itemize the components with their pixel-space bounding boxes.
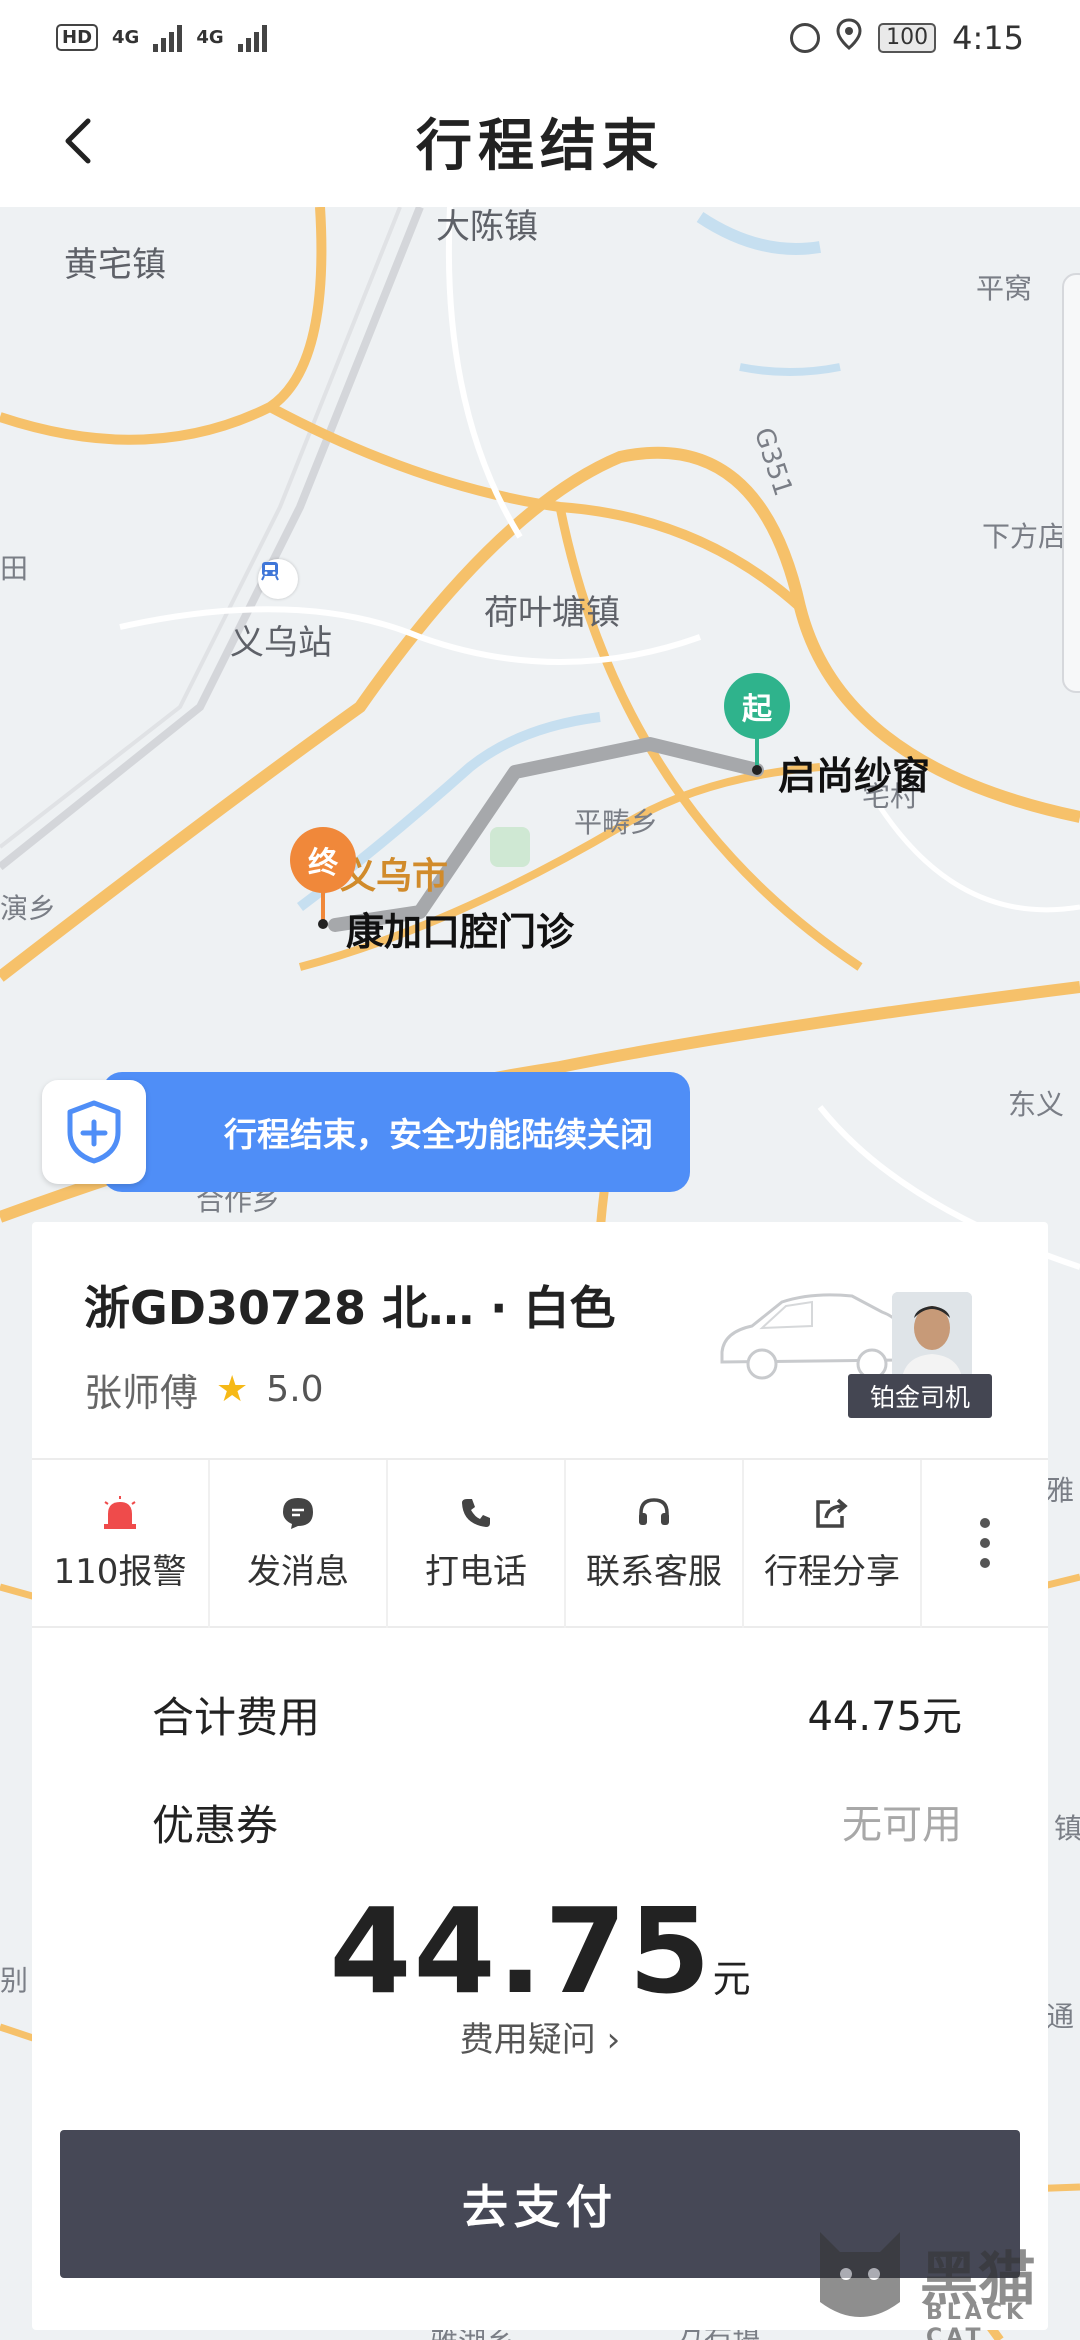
total-fee-label: 合计费用 [152,1693,321,1742]
call-button[interactable]: 打电话 [388,1460,566,1628]
safety-banner[interactable]: 行程结束，安全功能陆续关闭 [42,1072,690,1192]
trip-card: 浙GD30728 北… · 白色 张师傅 ★ 5.0 铂金司机 110报警 发消… [32,1222,1048,2330]
network-4g-label-2: 4G [196,27,224,48]
action-bar: 110报警 发消息 打电话 联系客服 行程分享 [32,1460,1048,1628]
watermark-logo: 黑猫 BLACK CAT [810,2222,1070,2340]
driver-section: 浙GD30728 北… · 白色 张师傅 ★ 5.0 铂金司机 [32,1222,1048,1460]
map-label: 平畴乡 [574,806,659,839]
action-label: 发消息 [247,1551,349,1592]
location-icon [836,17,862,58]
map-label: 雅 [1046,1474,1075,1507]
page-title: 行程结束 [416,113,664,179]
watermark-subtext: BLACK CAT [926,2300,1028,2340]
share-icon [816,1498,848,1528]
fee-question-link[interactable]: 费用疑问 › [32,2012,1048,2061]
status-bar: HD 4G 4G 100 4:15 [0,0,1080,75]
battery-indicator: 100 [878,22,937,53]
payable-amount-unit: 元 [712,1957,751,2001]
driver-info: 张师傅 ★ 5.0 [84,1362,324,1417]
coupon-row[interactable]: 优惠券 无可用 [152,1792,962,1853]
end-location-label: 康加口腔门诊 [346,910,575,954]
headset-icon [639,1497,669,1525]
safety-banner-text: 行程结束，安全功能陆续关闭 [102,1072,690,1192]
payable-amount-number: 44.75 [329,1882,713,2020]
driver-rating: 5.0 [266,1369,324,1410]
total-fee-value: 44.75元 [807,1694,962,1740]
map-label: 义乌站 [230,623,332,663]
message-icon [283,1497,313,1529]
share-trip-button[interactable]: 行程分享 [744,1460,922,1628]
message-button[interactable]: 发消息 [210,1460,388,1628]
clock: 4:15 [952,18,1024,57]
driver-name: 张师傅 [84,1371,199,1415]
start-dot [752,765,762,775]
action-label: 行程分享 [764,1551,900,1592]
coupon-value: 无可用 [842,1802,962,1848]
alarm-icon [104,1495,136,1529]
map-label: 演乡 [0,892,57,925]
map-label: 田 [0,552,29,585]
end-pin[interactable]: 终 [290,827,356,893]
map-label: 黄宅镇 [64,245,166,285]
driver-avatar[interactable] [892,1292,972,1378]
map-label: 大陈镇 [436,207,538,247]
phone-icon [462,1498,490,1527]
start-pin[interactable]: 起 [724,673,790,739]
shield-plus-icon [42,1080,146,1184]
action-label: 联系客服 [586,1551,722,1592]
more-dots-icon [980,1518,990,1528]
map-label: 别 [0,1964,29,1997]
alarm-button[interactable]: 110报警 [32,1460,210,1628]
map-label: 荷叶塘镇 [484,593,620,633]
signal-icon [153,24,183,52]
payable-amount: 44.75元 [32,1882,1048,2020]
signal-icon-2 [237,24,267,52]
action-label: 打电话 [425,1551,527,1592]
driver-level-badge: 铂金司机 [848,1374,992,1418]
total-fee-row: 合计费用 44.75元 [152,1684,962,1745]
hd-voice-icon [790,22,821,53]
page-header: 行程结束 [0,75,1080,207]
chevron-left-icon [65,118,91,164]
map-label: 下方店 [982,520,1067,553]
end-dot [318,919,328,929]
network-4g-label: 4G [112,27,140,48]
action-label: 110报警 [53,1551,187,1592]
more-options-button[interactable] [922,1460,1048,1626]
hd-indicator: HD [56,24,99,51]
train-station-icon [258,559,298,599]
map-label: 东义 [1008,1088,1065,1121]
back-button[interactable] [52,113,108,169]
customer-service-button[interactable]: 联系客服 [566,1460,744,1628]
map-label: 通 [1046,2000,1075,2033]
star-icon: ★ [216,1369,249,1410]
coupon-label: 优惠券 [152,1801,279,1850]
map-label: 平窝 [976,272,1033,305]
cat-logo-icon [820,2232,900,2317]
start-location-label: 启尚纱窗 [778,754,931,798]
map-side-handle[interactable] [1062,273,1080,693]
map-city-label: 义乌市 [340,856,449,897]
vehicle-plate: 浙GD30728 北… · 白色 [84,1281,616,1335]
map-label: 镇 [1054,1812,1080,1845]
